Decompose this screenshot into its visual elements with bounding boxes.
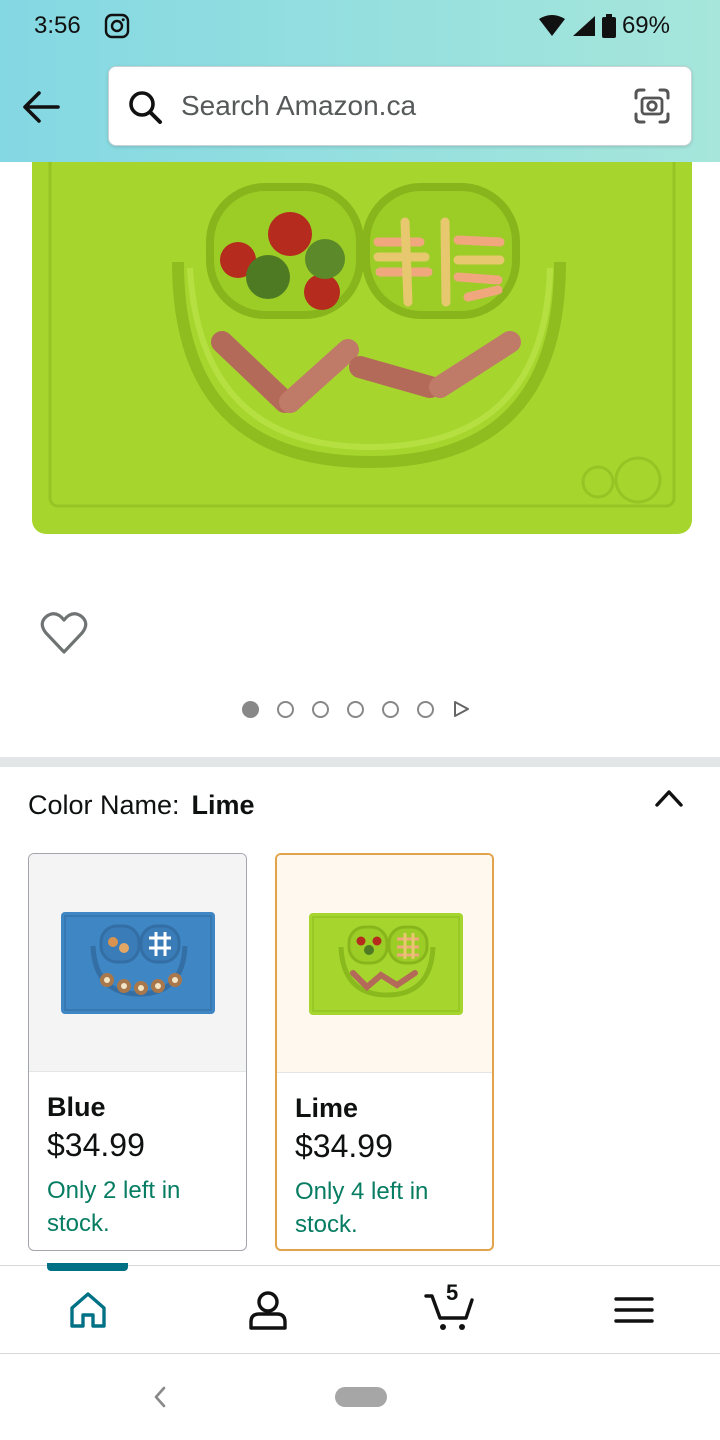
camera-search-icon[interactable] <box>633 87 671 125</box>
swatch-name: Blue <box>47 1092 106 1122</box>
product-image[interactable] <box>0 162 720 562</box>
color-swatch-blue[interactable]: Blue $34.99 Only 2 left in stock. <box>28 853 247 1251</box>
swatch-price: $34.99 <box>295 1128 393 1164</box>
color-name-label: Color Name: <box>28 790 180 820</box>
carousel-dot[interactable] <box>347 700 364 718</box>
home-gesture-pill[interactable] <box>335 1387 387 1407</box>
swatch-thumbnail <box>29 854 246 1072</box>
search-icon <box>129 91 162 124</box>
swatch-info: Blue $34.99 Only 2 left in stock. <box>47 1092 236 1240</box>
status-indicators: 69% <box>538 12 670 40</box>
carousel-dot[interactable] <box>277 700 294 718</box>
system-back-icon[interactable] <box>150 1384 170 1410</box>
carousel-dot[interactable] <box>242 700 259 718</box>
swatch-price: $34.99 <box>47 1127 145 1163</box>
swatch-stock: Only 2 left in stock. <box>47 1177 181 1237</box>
battery-percent: 69% <box>621 12 670 39</box>
cart-count-badge: 5 <box>446 1280 459 1305</box>
video-play-icon[interactable] <box>452 700 470 718</box>
color-name-row: Color Name: Lime <box>28 790 255 821</box>
search-bar[interactable]: Search Amazon.ca <box>108 66 692 146</box>
instagram-icon <box>104 13 130 39</box>
status-bar: 3:56 69% <box>0 0 720 52</box>
account-icon[interactable] <box>246 1288 290 1332</box>
swatch-name: Lime <box>295 1093 359 1123</box>
search-placeholder[interactable]: Search Amazon.ca <box>181 90 416 122</box>
color-swatch-lime[interactable]: Lime $34.99 Only 4 left in stock. <box>275 853 494 1251</box>
battery-icon <box>601 14 616 38</box>
carousel-dot[interactable] <box>312 700 329 718</box>
product-image-mat <box>0 162 720 562</box>
home-icon[interactable] <box>66 1288 110 1332</box>
chevron-up-icon[interactable] <box>654 786 684 810</box>
back-arrow-icon[interactable] <box>20 86 62 128</box>
swatch-thumbnail <box>277 855 492 1073</box>
swatch-stock: Only 4 left in stock. <box>295 1178 429 1238</box>
menu-icon[interactable] <box>612 1288 656 1332</box>
image-carousel-dots[interactable] <box>242 700 470 718</box>
carousel-dot[interactable] <box>417 700 434 718</box>
wishlist-heart-icon[interactable] <box>40 610 88 656</box>
status-time: 3:56 <box>34 12 81 39</box>
swatch-image-lime <box>309 913 463 1015</box>
system-navigation-bar <box>0 1354 720 1440</box>
signal-icon <box>572 16 595 36</box>
swatch-info: Lime $34.99 Only 4 left in stock. <box>295 1093 482 1241</box>
wifi-icon <box>538 15 565 36</box>
carousel-dot[interactable] <box>382 700 399 718</box>
bottom-navigation <box>0 1263 720 1354</box>
app-header: 3:56 69% Search Amazon.ca <box>0 0 720 162</box>
color-name-value: Lime <box>191 790 255 820</box>
active-tab-indicator <box>47 1263 128 1271</box>
section-divider <box>0 757 720 767</box>
swatch-image-blue <box>61 912 215 1014</box>
